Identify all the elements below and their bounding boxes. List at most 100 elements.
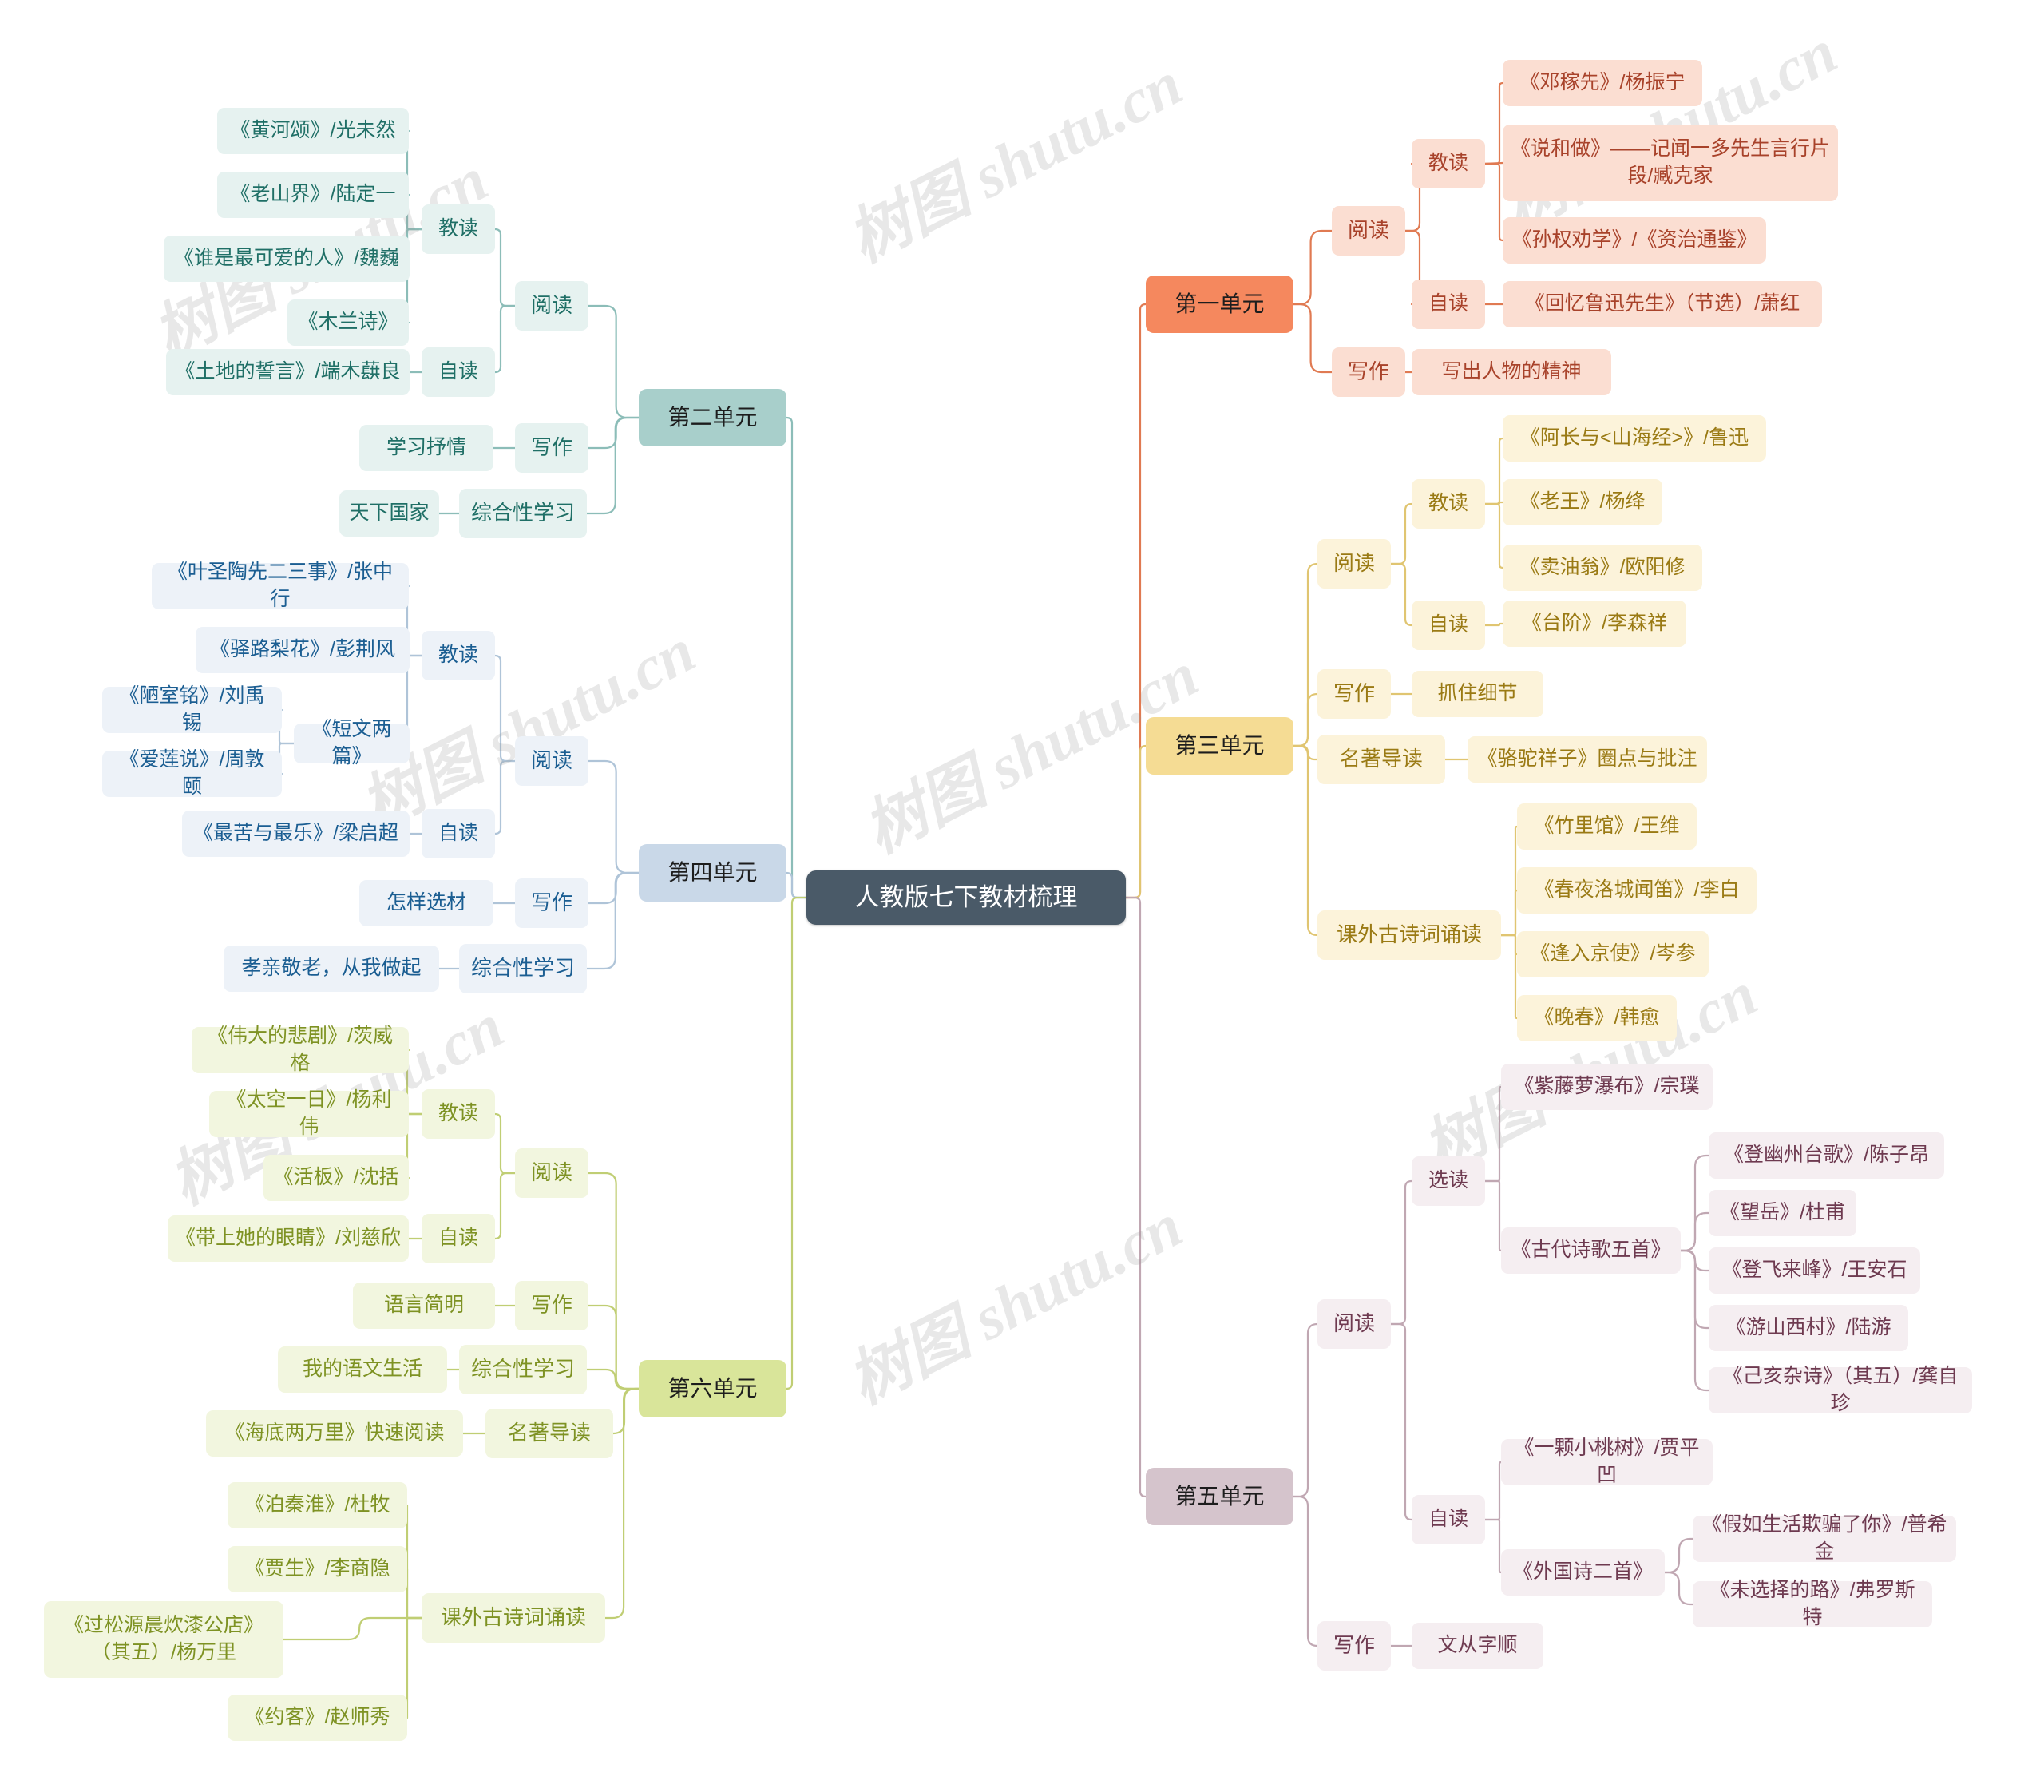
mindmap-node-n1-b[interactable]: 《说和做》——记闻一多先生言行片段/臧克家 — [1503, 125, 1838, 201]
mindmap-node-n5-w2[interactable]: 《未选择的路》/弗罗斯特 — [1693, 1579, 1932, 1628]
mindmap-node-n3-zidu[interactable]: 自读 — [1412, 601, 1485, 650]
mindmap-node-n3-e[interactable]: 抓住细节 — [1412, 671, 1543, 717]
mindmap-node-n3-jiaodu[interactable]: 教读 — [1412, 479, 1485, 529]
mindmap-node-n2-a[interactable]: 《黄河颂》/光未然 — [217, 108, 409, 154]
mindmap-node-n5-g3[interactable]: 《登飞来峰》/王安石 — [1709, 1247, 1920, 1294]
connector-n6-k — [406, 1616, 423, 1719]
mindmap-node-n3-a[interactable]: 《阿长与<山海经>》/鲁迅 — [1503, 415, 1766, 462]
mindmap-node-n6-jiaodu[interactable]: 教读 — [422, 1089, 495, 1139]
mindmap-node-n6-j[interactable]: 《过松源晨炊漆公店》（其五）/杨万里 — [44, 1601, 283, 1678]
mindmap-node-n4-zidu[interactable]: 自读 — [422, 809, 495, 858]
mindmap-node-n2-d[interactable]: 《木兰诗》 — [287, 299, 409, 346]
mindmap-node-n3-g[interactable]: 《竹里馆》/王维 — [1517, 803, 1697, 850]
mindmap-node-n6-read[interactable]: 阅读 — [515, 1148, 588, 1198]
mindmap-node-n1-jiaodu[interactable]: 教读 — [1412, 139, 1485, 188]
mindmap-node-n1-a[interactable]: 《邓稼先》/杨振宁 — [1503, 60, 1702, 106]
connector-n2-zidu — [493, 304, 517, 374]
mindmap-node-n4-c[interactable]: 《最苦与最乐》/梁启超 — [182, 811, 410, 857]
mindmap-node-n1-c[interactable]: 《孙权劝学》/《资治通鉴》 — [1503, 217, 1766, 264]
mindmap-node-n4-write[interactable]: 写作 — [515, 878, 588, 928]
mindmap-node-n3-f[interactable]: 《骆驼祥子》圈点与批注 — [1468, 736, 1707, 783]
mindmap-node-n6-f[interactable]: 我的语文生活 — [278, 1346, 447, 1393]
mindmap-node-n6-k[interactable]: 《约客》/赵师秀 — [228, 1695, 407, 1741]
mindmap-node-n6-h[interactable]: 《泊秦淮》/杜牧 — [228, 1482, 407, 1528]
mindmap-node-n3-u[interactable]: 第三单元 — [1146, 717, 1293, 775]
mindmap-node-n6-kw[interactable]: 课外古诗词诵读 — [422, 1593, 605, 1643]
mindmap-node-n3-i[interactable]: 《逢入京使》/岑参 — [1517, 931, 1709, 977]
mindmap-node-n3-j[interactable]: 《晚春》/韩愈 — [1517, 995, 1677, 1041]
root-node[interactable]: 人教版七下教材梳理 — [806, 870, 1126, 925]
mindmap-node-n4-zh[interactable]: 综合性学习 — [459, 944, 587, 993]
mindmap-canvas: 树图 shutu.cn树图 shutu.cn树图 shutu.cn树图 shut… — [0, 0, 2044, 1792]
mindmap-node-n4-u[interactable]: 第四单元 — [639, 844, 786, 902]
mindmap-node-n4-dw[interactable]: 《短文两篇》 — [294, 718, 410, 767]
mindmap-node-n6-i[interactable]: 《贾生》/李商隐 — [228, 1546, 407, 1592]
mindmap-node-n5-a[interactable]: 《紫藤萝瀑布》/宗璞 — [1501, 1064, 1713, 1110]
mindmap-node-n4-d1[interactable]: 《陋室铭》/刘禹锡 — [102, 684, 282, 734]
mindmap-node-n1-zidu[interactable]: 自读 — [1412, 280, 1485, 329]
mindmap-node-n5-c[interactable]: 文从字顺 — [1412, 1623, 1543, 1669]
mindmap-node-n1-e[interactable]: 写出人物的精神 — [1412, 349, 1611, 395]
mindmap-node-n4-jiaodu[interactable]: 教读 — [422, 631, 495, 680]
mindmap-node-n5-gd[interactable]: 《古代诗歌五首》 — [1501, 1227, 1681, 1274]
mindmap-node-n3-c[interactable]: 《卖油翁》/欧阳修 — [1503, 545, 1702, 591]
mindmap-node-n3-read[interactable]: 阅读 — [1317, 539, 1391, 589]
mindmap-node-n5-g5[interactable]: 《己亥杂诗》（其五）/龚自珍 — [1709, 1365, 1972, 1414]
mindmap-node-n4-e[interactable]: 怎样选材 — [359, 880, 493, 926]
mindmap-node-n6-e[interactable]: 语言简明 — [353, 1283, 495, 1329]
mindmap-node-n3-d[interactable]: 《台阶》/李森祥 — [1503, 601, 1686, 647]
mindmap-node-n2-jiaodu[interactable]: 教读 — [422, 204, 495, 254]
mindmap-node-n6-c[interactable]: 《活板》/沈括 — [263, 1155, 409, 1201]
mindmap-node-n6-zh[interactable]: 综合性学习 — [459, 1345, 587, 1394]
mindmap-node-n4-d2[interactable]: 《爱莲说》/周敦颐 — [102, 748, 282, 798]
mindmap-node-n2-g[interactable]: 天下国家 — [339, 490, 439, 537]
mindmap-node-n2-zh[interactable]: 综合性学习 — [459, 489, 587, 538]
mindmap-node-n5-g2[interactable]: 《望岳》/杜甫 — [1709, 1190, 1856, 1236]
mindmap-node-n5-g1[interactable]: 《登幽州台歌》/陈子昂 — [1709, 1132, 1944, 1179]
connector-n3-d — [1483, 622, 1504, 627]
mindmap-node-n5-g4[interactable]: 《游山西村》/陆游 — [1709, 1305, 1908, 1351]
mindmap-node-n2-e[interactable]: 《土地的誓言》/端木蕻良 — [166, 349, 410, 395]
mindmap-node-n2-write[interactable]: 写作 — [515, 423, 588, 473]
mindmap-node-n6-d[interactable]: 《带上她的眼睛》/刘慈欣 — [168, 1215, 409, 1262]
mindmap-node-n3-b[interactable]: 《老王》/杨绛 — [1503, 479, 1662, 525]
mindmap-node-n4-f[interactable]: 孝亲敬老，从我做起 — [224, 946, 439, 992]
connector-n5-g5 — [1679, 1249, 1710, 1392]
mindmap-node-n6-mz[interactable]: 名著导读 — [485, 1409, 613, 1458]
mindmap-node-n3-h[interactable]: 《春夜洛城闻笛》/李白 — [1517, 867, 1757, 914]
mindmap-node-n3-kw[interactable]: 课外古诗词诵读 — [1317, 910, 1501, 960]
mindmap-node-n5-zidu[interactable]: 自读 — [1412, 1495, 1485, 1544]
mindmap-node-n5-u[interactable]: 第五单元 — [1146, 1468, 1293, 1525]
mindmap-node-n6-a[interactable]: 《伟大的悲剧》/茨威格 — [192, 1025, 409, 1074]
mindmap-node-n2-zidu[interactable]: 自读 — [422, 347, 495, 397]
mindmap-node-n2-u[interactable]: 第二单元 — [639, 389, 786, 446]
mindmap-node-n4-b[interactable]: 《驿路梨花》/彭荆风 — [196, 627, 410, 673]
mindmap-node-n5-read[interactable]: 阅读 — [1317, 1299, 1391, 1349]
mindmap-node-n5-xuandu[interactable]: 选读 — [1412, 1156, 1485, 1206]
mindmap-node-n5-write[interactable]: 写作 — [1317, 1621, 1391, 1671]
mindmap-node-n6-b[interactable]: 《太空一日》/杨利伟 — [209, 1088, 409, 1138]
mindmap-node-n3-mz[interactable]: 名著导读 — [1317, 735, 1445, 784]
mindmap-node-n5-wg[interactable]: 《外国诗二首》 — [1501, 1549, 1665, 1596]
mindmap-node-n6-zidu[interactable]: 自读 — [422, 1214, 495, 1263]
connector-n1-write — [1292, 303, 1333, 374]
mindmap-node-n4-a[interactable]: 《叶圣陶先二三事》/张中行 — [152, 561, 409, 610]
mindmap-node-n1-write[interactable]: 写作 — [1332, 347, 1405, 397]
mindmap-node-n4-read[interactable]: 阅读 — [515, 736, 588, 786]
mindmap-node-n2-b[interactable]: 《老山界》/陆定一 — [217, 172, 409, 218]
mindmap-node-n1-read[interactable]: 阅读 — [1332, 206, 1405, 256]
mindmap-node-n6-g[interactable]: 《海底两万里》快速阅读 — [206, 1410, 463, 1457]
mindmap-node-n6-write[interactable]: 写作 — [515, 1281, 588, 1330]
connector-n6-mz — [612, 1387, 640, 1435]
mindmap-node-n2-f[interactable]: 学习抒情 — [359, 425, 493, 471]
mindmap-node-n2-read[interactable]: 阅读 — [515, 281, 588, 331]
mindmap-node-n3-write[interactable]: 写作 — [1317, 669, 1391, 719]
mindmap-node-n1-d[interactable]: 《回忆鲁迅先生》（节选）/萧红 — [1503, 281, 1822, 327]
connector-n1-u — [1124, 303, 1147, 899]
mindmap-node-n2-c[interactable]: 《谁是最可爱的人》/魏巍 — [164, 236, 410, 282]
connector-n6-zh — [585, 1368, 640, 1390]
mindmap-node-n5-b[interactable]: 《一颗小桃树》/贾平凹 — [1501, 1437, 1713, 1486]
mindmap-node-n1-u[interactable]: 第一单元 — [1146, 276, 1293, 333]
mindmap-node-n6-u[interactable]: 第六单元 — [639, 1360, 786, 1417]
mindmap-node-n5-w1[interactable]: 《假如生活欺骗了你》/普希金 — [1693, 1513, 1956, 1563]
